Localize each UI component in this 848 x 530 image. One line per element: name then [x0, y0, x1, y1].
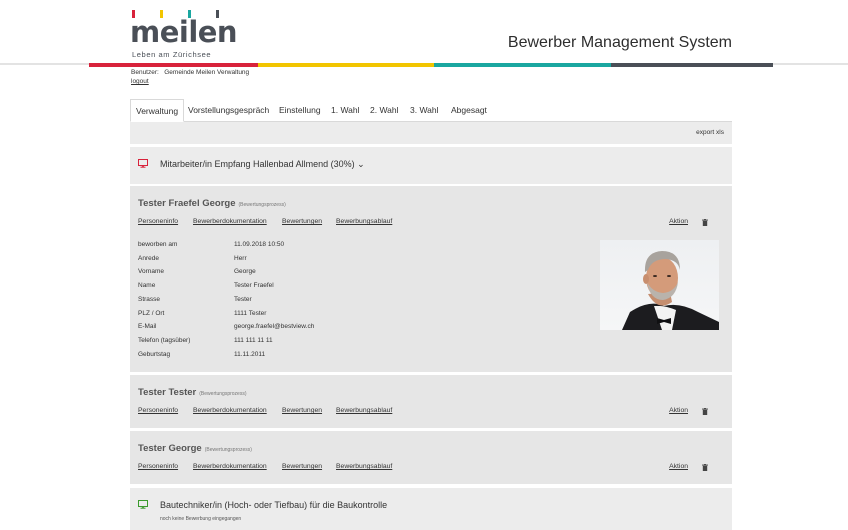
detail-value: 11.09.2018 10:50 [234, 241, 285, 248]
app-title: Bewerber Management System [507, 34, 732, 51]
monitor-icon [138, 159, 148, 168]
detail-value: 1111 Tester [234, 309, 267, 317]
detail-label: Name [138, 282, 156, 290]
detail-value: Tester Fraefel [234, 282, 274, 290]
applicant-links: Personeninfo Bewerberdokumentation Bewer… [138, 407, 724, 417]
applicant-name-text: Tester George [138, 443, 202, 454]
toolbar: export xls [130, 122, 732, 144]
tab-2-wahl[interactable]: 2. Wahl [365, 99, 404, 122]
job-header[interactable]: Bautechniker/in (Hoch- oder Tiefbau) für… [130, 488, 732, 530]
applicant-photo [600, 240, 719, 330]
job-title[interactable]: Mitarbeiter/in Empfang Hallenbad Allmend… [160, 159, 365, 170]
bewerberdokumentation-link[interactable]: Bewerberdokumentation [193, 407, 267, 414]
trash-icon[interactable] [702, 408, 708, 415]
personeninfo-link[interactable]: Personeninfo [138, 218, 178, 225]
applicant-name-text: Tester Tester [138, 387, 197, 398]
header-stripe-grey [611, 63, 773, 67]
bewerbungsablauf-link[interactable]: Bewerbungsablauf [336, 407, 392, 414]
applicant-status: (Bewertungsprozess) [238, 202, 286, 208]
detail-label: Telefon (tagsüber) [138, 336, 191, 344]
applicant-links: Personeninfo Bewerberdokumentation Bewer… [138, 218, 724, 228]
applicant-links: Personeninfo Bewerberdokumentation Bewer… [138, 463, 724, 473]
user-name: Gemeinde Meilen Verwaltung [164, 69, 250, 76]
applicant-name: Tester Fraefel George (Bewertungsprozess) [138, 198, 286, 209]
tab-3-wahl[interactable]: 3. Wahl [405, 99, 444, 122]
job-title[interactable]: Bautechniker/in (Hoch- oder Tiefbau) für… [160, 500, 387, 510]
detail-value: 11.11.2011 [234, 350, 266, 358]
logo-tagline: Leben am Zürichsee [132, 50, 212, 59]
personeninfo-link[interactable]: Personeninfo [138, 463, 178, 470]
detail-value: George [234, 268, 256, 276]
detail-value[interactable]: george.fraefel@bestview.ch [234, 323, 314, 330]
tab-bar: Verwaltung Vorstellungsgespräch Einstell… [130, 99, 732, 122]
bewertungen-link[interactable]: Bewertungen [282, 407, 322, 414]
detail-label: Geburtstag [138, 350, 171, 358]
job-header[interactable]: Mitarbeiter/in Empfang Hallenbad Allmend… [130, 147, 732, 184]
tab-abgesagt[interactable]: Abgesagt [446, 99, 492, 122]
bewerberdokumentation-link[interactable]: Bewerberdokumentation [193, 463, 267, 470]
detail-value: 111 111 11 11 [234, 336, 273, 344]
detail-label: Vorname [138, 268, 165, 276]
bewerberdokumentation-link[interactable]: Bewerberdokumentation [193, 218, 267, 225]
bewertungen-link[interactable]: Bewertungen [282, 218, 322, 225]
personeninfo-link[interactable]: Personeninfo [138, 407, 178, 414]
user-info: Benutzer: Gemeinde Meilen Verwaltung log… [131, 68, 249, 86]
logo-wordmark: meilen [130, 15, 238, 49]
job-title-text: Mitarbeiter/in Empfang Hallenbad Allmend… [160, 159, 355, 169]
bewertungen-link[interactable]: Bewertungen [282, 463, 322, 470]
applicant-status: (Bewertungsprozess) [204, 447, 252, 453]
export-xls-link[interactable]: export xls [696, 129, 724, 136]
applicant-name: Tester George (Bewertungsprozess) [138, 443, 252, 454]
header-stripe-yellow [258, 63, 434, 67]
detail-label: Strasse [138, 295, 161, 303]
applicant-name-text: Tester Fraefel George [138, 198, 236, 209]
detail-label: beworben am [138, 241, 178, 248]
trash-icon[interactable] [702, 464, 708, 471]
tab-einstellung[interactable]: Einstellung [274, 99, 326, 122]
tab-vorstellungsgespraech[interactable]: Vorstellungsgespräch [183, 99, 274, 122]
chevron-down-icon[interactable]: ⌄ [357, 159, 365, 169]
detail-label: PLZ / Ort [138, 309, 165, 317]
applicant-name: Tester Tester (Bewertungsprozess) [138, 387, 247, 398]
trash-icon[interactable] [702, 219, 708, 226]
header-stripe-red [89, 63, 258, 67]
applicant-card: Tester Tester (Bewertungsprozess) Persone… [130, 375, 732, 428]
aktion-link[interactable]: Aktion [669, 463, 688, 470]
detail-value: Tester [234, 295, 252, 303]
meilen-logo[interactable]: meilen Leben am Zürichsee [130, 10, 238, 59]
header-stripe-teal [434, 63, 611, 67]
portrait-illustration [622, 251, 719, 330]
applicant-status: (Bewertungsprozess) [199, 391, 247, 397]
applicant-card: Tester George (Bewertungsprozess) Persone… [130, 431, 732, 484]
detail-label: Anrede [138, 254, 159, 262]
aktion-link[interactable]: Aktion [669, 218, 688, 225]
applicant-card: Tester Fraefel George (Bewertungsprozess)… [130, 186, 732, 372]
user-label: Benutzer: [131, 69, 159, 76]
monitor-icon [138, 500, 148, 509]
job-subtitle: noch keine Bewerbung eingegangen [160, 516, 242, 522]
detail-value: Herr [234, 254, 247, 262]
aktion-link[interactable]: Aktion [669, 407, 688, 414]
tab-verwaltung[interactable]: Verwaltung [130, 99, 185, 122]
bewerbungsablauf-link[interactable]: Bewerbungsablauf [336, 218, 392, 225]
bewerbungsablauf-link[interactable]: Bewerbungsablauf [336, 463, 392, 470]
detail-label: E-Mail [138, 323, 157, 331]
logout-link[interactable]: logout [131, 77, 249, 86]
tab-1-wahl[interactable]: 1. Wahl [326, 99, 365, 122]
